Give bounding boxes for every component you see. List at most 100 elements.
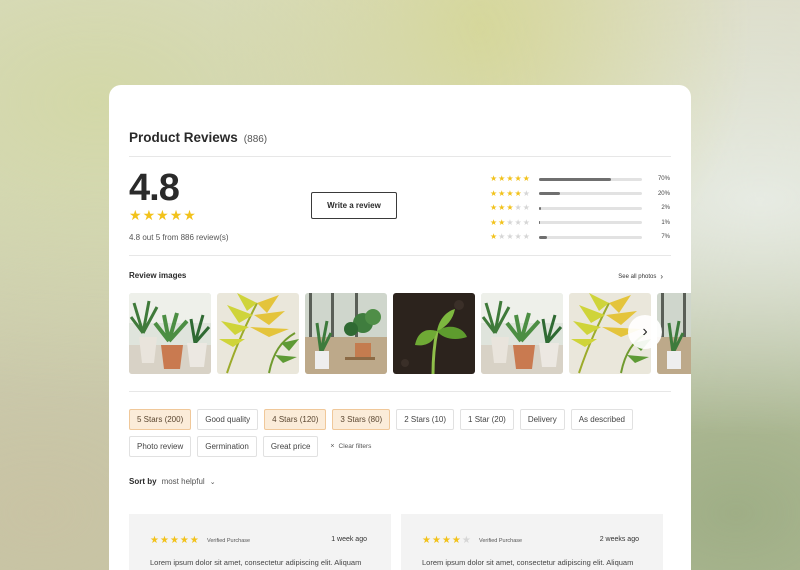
star-filled-icon: ★: [514, 174, 522, 184]
distribution-percent: 2%: [661, 205, 670, 212]
filter-chip[interactable]: 4 Stars (120): [264, 409, 327, 430]
review-card: ★ ★ ★ ★ ★ Verified Purchase 2 weeks ago Lore…: [401, 514, 663, 570]
chevron-down-icon[interactable]: ⌄: [210, 478, 216, 486]
star-filled-icon: ★: [498, 188, 506, 198]
divider: [129, 255, 671, 256]
star-filled-icon: ★: [189, 535, 199, 546]
average-rating: 4.8: [129, 167, 180, 209]
star-filled-icon: ★: [498, 203, 506, 213]
divider: [129, 391, 671, 392]
distribution-bar-fill: [539, 221, 541, 225]
filter-chip[interactable]: Great price: [262, 436, 319, 457]
see-all-photos-label[interactable]: See all photos: [618, 274, 656, 280]
filter-chip[interactable]: Germination: [197, 436, 257, 457]
star-filled-icon: ★: [490, 203, 498, 213]
filter-chips: 5 Stars (200) Good quality 4 Stars (120) 3 …: [129, 409, 679, 457]
star-filled-icon: ★: [183, 207, 196, 223]
clear-filters-button[interactable]: × Clear filters: [324, 436, 378, 457]
review-text: Lorem ipsum dolor sit amet, consectetur …: [422, 558, 634, 567]
star-filled-icon: ★: [506, 203, 514, 213]
star-empty-icon: ★: [522, 188, 530, 198]
distribution-row[interactable]: ★ ★ ★ ★ ★ 7%: [490, 230, 670, 245]
verified-badge: Verified Purchase: [207, 538, 251, 544]
rating-distribution: ★ ★ ★ ★ ★ 70% ★ ★ ★ ★ ★ 20% ★ ★ ★ ★ ★ 2% ★ ★ ★ ★ ★ 1% ★ ★ ★ ★ ★ 7%: [490, 172, 670, 245]
review-image-4[interactable]: [393, 293, 475, 374]
verified-badge: Verified Purchase: [479, 538, 523, 544]
distribution-bar: [539, 235, 643, 239]
distribution-stars: ★ ★ ★ ★ ★: [490, 217, 539, 227]
star-filled-icon: ★: [156, 207, 169, 223]
star-filled-icon: ★: [129, 207, 142, 223]
star-filled-icon: ★: [142, 207, 156, 223]
filter-chip[interactable]: Photo review: [129, 436, 192, 457]
distribution-row[interactable]: ★ ★ ★ ★ ★ 2%: [490, 201, 670, 216]
sort-label: Sort by: [129, 477, 157, 486]
divider: [129, 156, 671, 157]
distribution-percent: 7%: [661, 234, 670, 241]
star-filled-icon: ★: [498, 174, 506, 184]
distribution-row[interactable]: ★ ★ ★ ★ ★ 1%: [490, 216, 670, 231]
distribution-bar: [539, 177, 643, 181]
sort-row[interactable]: Sort by most helpful ⌄: [129, 477, 216, 486]
distribution-bar-fill: [539, 235, 547, 239]
review-image-2[interactable]: [217, 293, 299, 374]
star-empty-icon: ★: [514, 232, 522, 242]
star-filled-icon: ★: [490, 174, 498, 184]
star-empty-icon: ★: [461, 535, 471, 546]
review-stars: ★ ★ ★ ★ ★: [422, 536, 471, 546]
review-text: Lorem ipsum dolor sit amet, consectetur …: [150, 558, 362, 567]
star-empty-icon: ★: [522, 217, 530, 227]
distribution-stars: ★ ★ ★ ★ ★: [490, 204, 539, 212]
distribution-bar: [539, 206, 643, 210]
filter-chip[interactable]: 1 Star (20): [460, 409, 514, 430]
reviews-card: Product Reviews (886) 4.8 ★ ★ ★ ★ ★ 4.8 out …: [109, 85, 691, 570]
review-count: (886): [243, 134, 268, 145]
distribution-bar: [539, 192, 643, 196]
star-empty-icon: ★: [514, 203, 522, 213]
review-image-7[interactable]: [657, 293, 691, 374]
title-row: Product Reviews (886): [129, 130, 267, 145]
star-filled-icon: ★: [179, 535, 189, 546]
clear-filters-label[interactable]: Clear filters: [339, 443, 372, 450]
distribution-stars: ★ ★ ★ ★ ★: [490, 188, 539, 198]
write-review-button[interactable]: Write a review: [311, 192, 397, 219]
review-image-5[interactable]: [481, 293, 563, 374]
average-stars: ★ ★ ★ ★ ★: [129, 208, 196, 222]
distribution-stars: ★ ★ ★ ★ ★: [490, 175, 539, 183]
star-filled-icon: ★: [506, 188, 514, 198]
distribution-percent: 20%: [657, 190, 670, 197]
star-filled-icon: ★: [514, 188, 522, 198]
star-filled-icon: ★: [451, 535, 461, 546]
filter-chip[interactable]: Good quality: [197, 409, 259, 430]
filter-chip[interactable]: As described: [570, 409, 633, 430]
star-filled-icon: ★: [431, 535, 441, 546]
filter-chip[interactable]: 5 Stars (200): [129, 409, 192, 430]
filter-chip[interactable]: 3 Stars (80): [332, 409, 391, 430]
star-filled-icon: ★: [490, 217, 498, 227]
review-card: ★ ★ ★ ★ ★ Verified Purchase 1 week ago Lorem…: [129, 514, 391, 570]
distribution-row[interactable]: ★ ★ ★ ★ ★ 70%: [490, 172, 670, 187]
rating-subtext: 4.8 out 5 from 886 review(s): [129, 233, 229, 242]
review-stars: ★ ★ ★ ★ ★: [150, 536, 199, 546]
distribution-bar-fill: [539, 177, 612, 181]
review-time: 1 week ago: [331, 536, 367, 543]
review-image-1[interactable]: [129, 293, 211, 374]
distribution-bar-fill: [539, 206, 542, 210]
star-empty-icon: ★: [506, 217, 514, 227]
filter-chip[interactable]: 2 Stars (10): [396, 409, 455, 430]
page-title: Product Reviews: [129, 130, 238, 145]
see-all-photos-link[interactable]: See all photos ›: [618, 272, 663, 281]
chevron-right-icon: ›: [642, 323, 648, 340]
star-empty-icon: ★: [522, 203, 530, 213]
gallery-next-button[interactable]: ›: [628, 315, 662, 349]
star-filled-icon: ★: [490, 232, 498, 242]
review-image-3[interactable]: [305, 293, 387, 374]
star-filled-icon: ★: [150, 535, 159, 546]
star-filled-icon: ★: [159, 535, 169, 546]
review-time: 2 weeks ago: [599, 536, 639, 543]
sort-select[interactable]: most helpful: [162, 477, 205, 486]
distribution-row[interactable]: ★ ★ ★ ★ ★ 20%: [490, 187, 670, 202]
filter-chip[interactable]: Delivery: [519, 409, 565, 430]
distribution-bar: [539, 221, 643, 225]
review-images-gallery: [129, 293, 691, 374]
